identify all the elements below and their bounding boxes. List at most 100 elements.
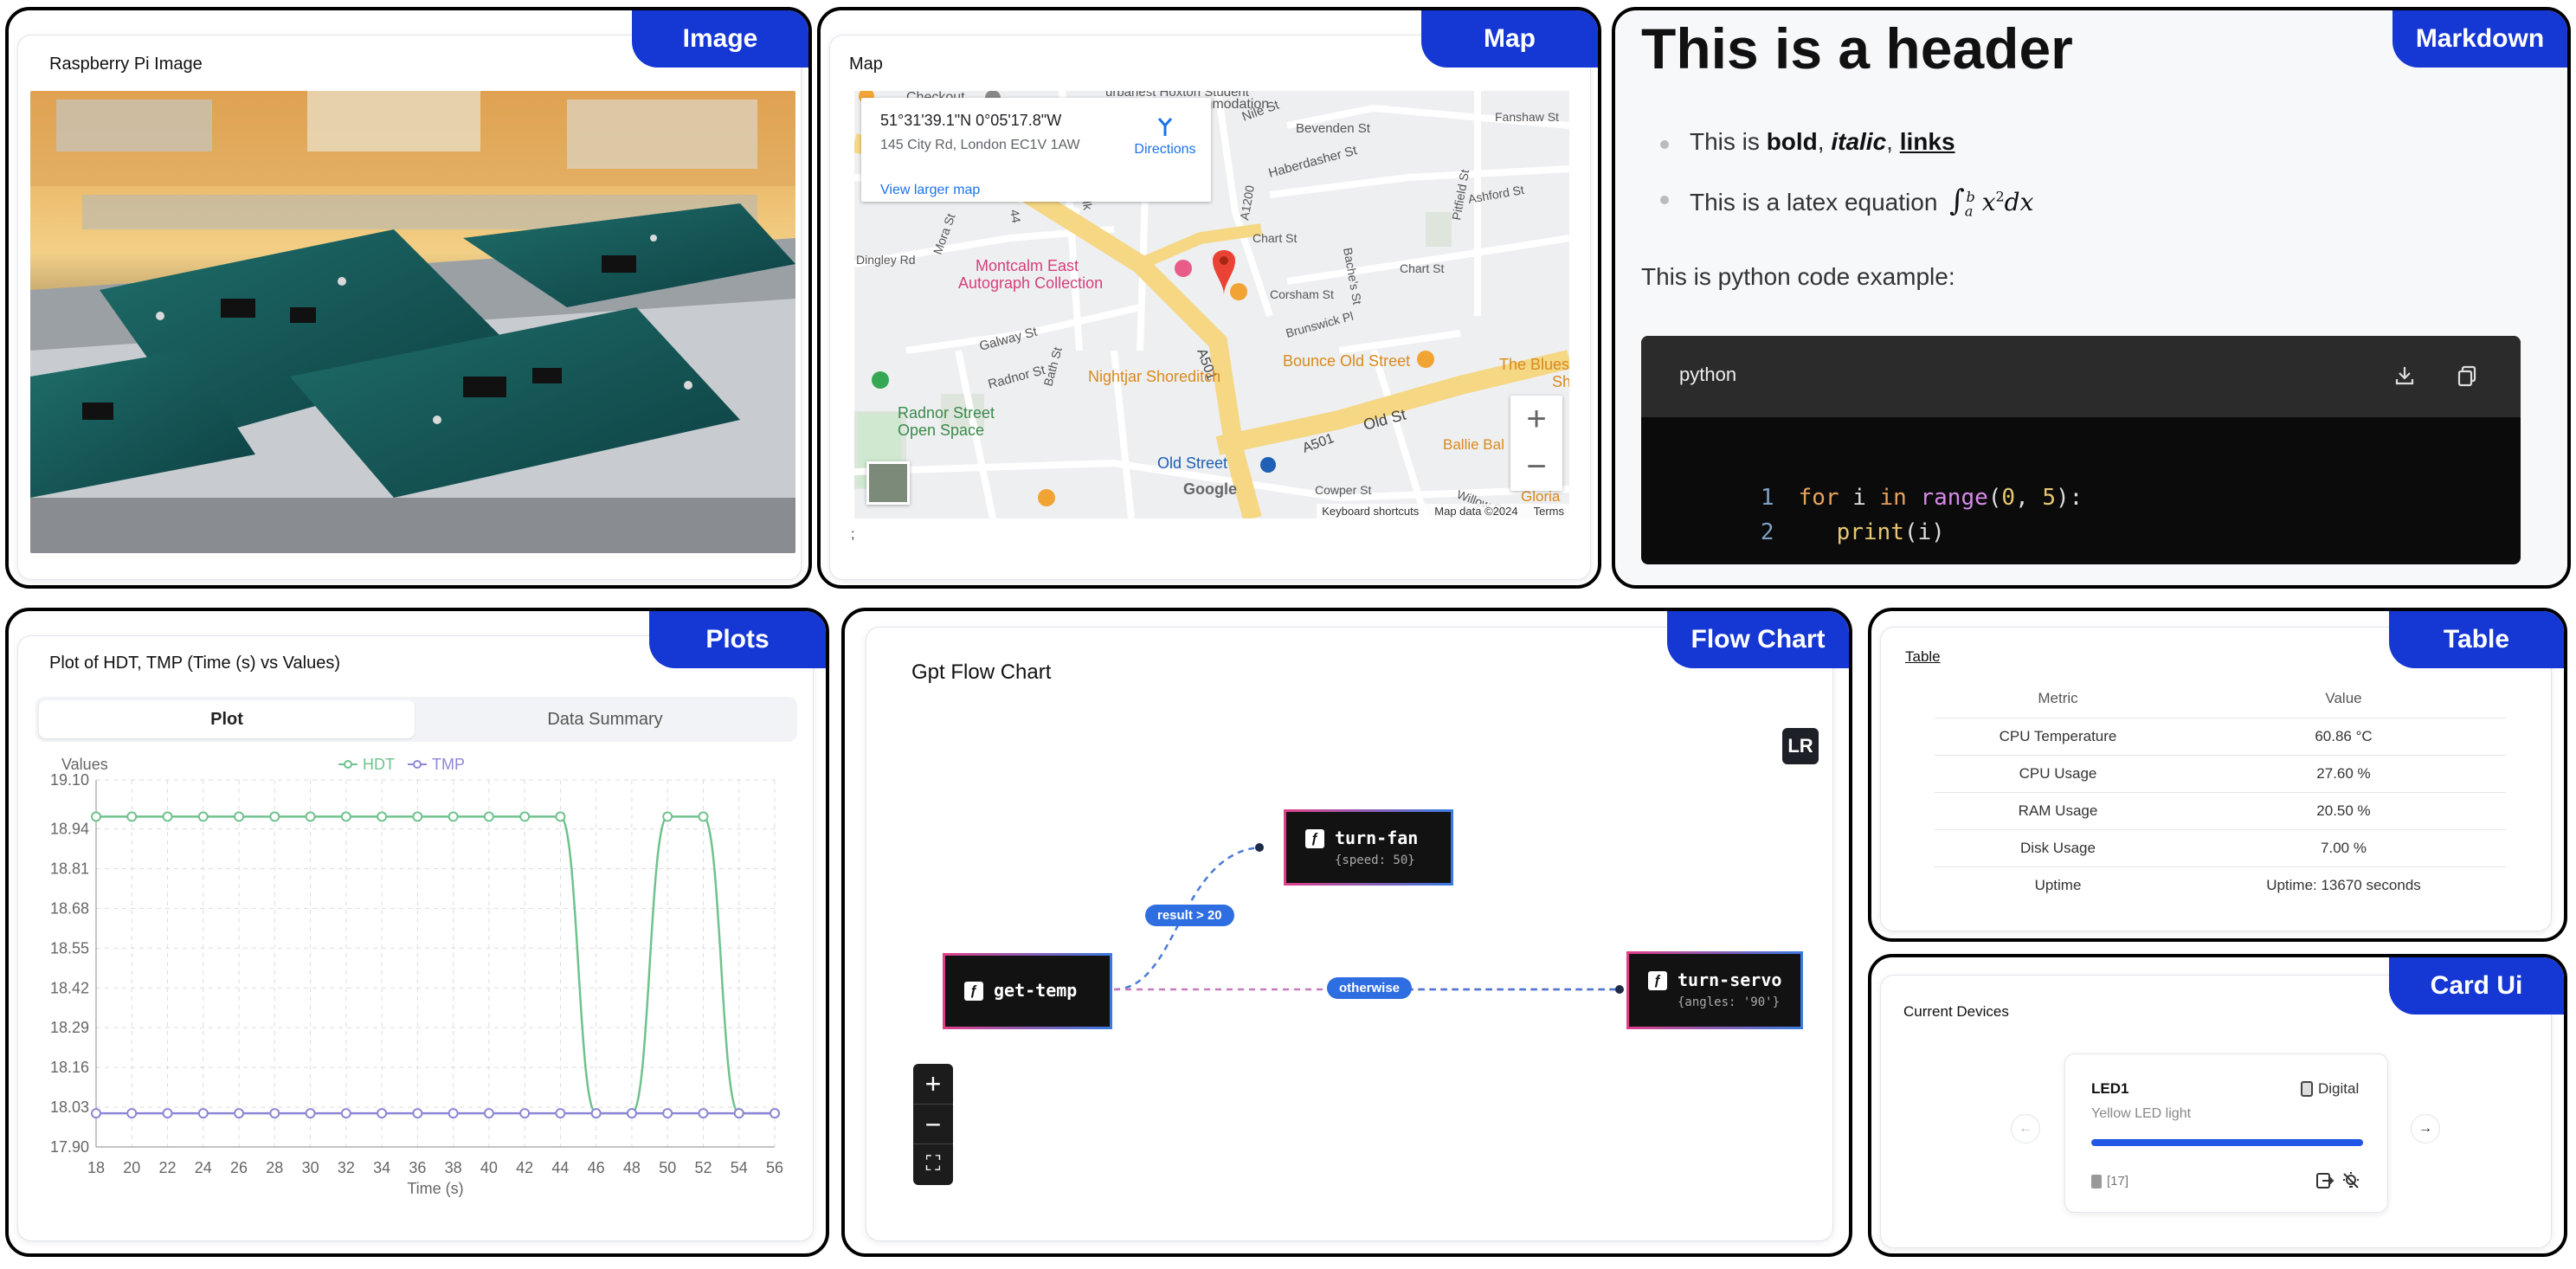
legend-label-hdt: HDT (363, 756, 395, 773)
device-card[interactable]: LED1 Digital Yellow LED light [17] (2064, 1053, 2388, 1213)
x-tick-label: 48 (623, 1159, 641, 1176)
directions-label: Directions (1134, 142, 1196, 157)
flow-panel-tag: Flow Chart (1667, 611, 1849, 668)
plots-card-title: Plot of HDT, TMP (Time (s) vs Values) (49, 654, 340, 673)
map-label-corsham: Corsham St (1270, 287, 1334, 301)
x-tick-label: 20 (123, 1159, 140, 1176)
line-chart: 19.10 18.94 18.81 18.68 18.55 18.42 18.29 18.16… (50, 756, 783, 1197)
card-ui-title: Current Devices (1903, 1003, 2009, 1020)
plots-tabs: Plot Data Summary (35, 697, 797, 742)
carousel-prev-button[interactable]: ← (2011, 1114, 2040, 1143)
map-label-blues1: The Blues (1499, 356, 1569, 373)
markdown-bullet-2: This is a latex equation ∫ab x2dx (1660, 184, 2033, 239)
table-header-row: Metric Value (1935, 680, 2506, 718)
zoom-in-button[interactable]: + (913, 1064, 953, 1104)
tab-data-summary[interactable]: Data Summary (416, 700, 794, 738)
x-tick-label: 36 (409, 1159, 426, 1176)
y-tick-label: 18.81 (50, 860, 89, 877)
table-row: CPU Temperature 60.86 °C (1935, 718, 2506, 755)
data-point-hdt (197, 811, 209, 822)
map-zoom-in-button[interactable]: + (1510, 396, 1562, 443)
device-progress-fill (2091, 1139, 2363, 1146)
map-label-montcalm1: Montcalm East (976, 257, 1079, 274)
markdown-header: This is a header (1641, 16, 2073, 81)
plots-panel: Plot of HDT, TMP (Time (s) vs Values) Pl… (5, 608, 829, 1257)
directions-button[interactable]: Directions (1126, 115, 1204, 158)
table-row: CPU Usage 27.60 % (1935, 755, 2506, 792)
data-point-tmp (626, 1108, 637, 1119)
latex-equation: ∫ab x2dx (1949, 184, 2034, 220)
map-panel-tag: Map (1421, 10, 1598, 68)
data-point-tmp (269, 1108, 280, 1119)
node-label: get-temp (994, 980, 1078, 1001)
data-point-hdt (412, 811, 423, 822)
edge-label-result: result > 20 (1145, 905, 1234, 926)
map-label-radnorspace2: Open Space (898, 422, 984, 439)
zoom-out-button[interactable]: − (913, 1104, 953, 1143)
bold-text: bold (1766, 128, 1818, 155)
data-point-tmp (448, 1108, 459, 1119)
y-tick-label: 19.10 (50, 771, 89, 789)
markdown-bullet-1: This is bold, italic, links (1660, 128, 2033, 184)
x-tick-label: 26 (230, 1159, 248, 1176)
data-point-hdt (162, 811, 173, 822)
view-larger-map-link[interactable]: View larger map (880, 183, 980, 198)
flow-card: Gpt Flow Chart × LR ƒ get-temp ƒ turn-fa… (866, 627, 1833, 1241)
node-sub: {speed: 50} (1335, 854, 1415, 867)
y-tick-label: 18.03 (50, 1098, 89, 1116)
y-tick-label: 18.16 (50, 1059, 89, 1076)
fit-view-button[interactable]: ⛶ (913, 1143, 953, 1183)
data-point-hdt (126, 811, 138, 822)
flow-controls: + − ⛶ (913, 1064, 953, 1185)
map-label-fanshaw: Fanshaw St (1495, 110, 1559, 124)
legend-label-tmp: TMP (432, 756, 465, 773)
data-point-tmp (483, 1108, 494, 1119)
legend-marker-hdt (344, 760, 352, 769)
flow-node-turn-fan[interactable]: ƒ turn-fan {speed: 50} (1284, 809, 1453, 886)
map-card-title: Map (849, 55, 883, 74)
data-point-tmp (91, 1108, 101, 1119)
node-label: turn-fan (1335, 828, 1419, 848)
flow-node-turn-servo[interactable]: ƒ turn-servo {angles: '90'} (1626, 951, 1803, 1029)
code-block-header: python (1641, 336, 2521, 417)
data-point-tmp (662, 1108, 673, 1119)
map-layer-thumbnail[interactable] (866, 461, 910, 505)
map-label-chart2: Chart St (1400, 261, 1444, 275)
data-point-tmp (340, 1108, 351, 1119)
edge-label-otherwise: otherwise (1327, 977, 1413, 999)
data-point-hdt (340, 811, 351, 822)
carousel-next-button[interactable]: → (2411, 1114, 2440, 1143)
map-panel: Map 44 Dingley Rd Mora St Nile St Bevend… (817, 7, 1601, 589)
map-label-cowper: Cowper St (1315, 483, 1371, 497)
keyboard-shortcuts-link[interactable]: Keyboard shortcuts (1322, 505, 1419, 518)
zoom-controls: + − (1510, 396, 1562, 491)
flow-node-get-temp[interactable]: ƒ get-temp (943, 953, 1112, 1029)
x-tick-label: 52 (694, 1159, 712, 1176)
markdown-link[interactable]: links (1900, 128, 1955, 155)
map-label-blues2: Sh (1552, 373, 1569, 390)
data-point-hdt (555, 811, 566, 822)
function-icon: ƒ (1648, 971, 1667, 990)
light-off-icon[interactable] (2341, 1170, 2361, 1191)
x-tick-label: 24 (195, 1159, 212, 1176)
tab-plot[interactable]: Plot (39, 700, 415, 738)
device-pin: [17] (2091, 1174, 2128, 1188)
y-tick-label: 17.90 (50, 1138, 89, 1156)
flow-panel: Gpt Flow Chart × LR ƒ get-temp ƒ turn-fa… (841, 608, 1852, 1257)
map-zoom-out-button[interactable]: − (1510, 443, 1562, 491)
data-point-hdt (448, 811, 459, 822)
table-card-title[interactable]: Table (1905, 648, 1941, 666)
x-tick-label: 22 (159, 1159, 177, 1176)
download-icon[interactable] (2392, 364, 2417, 388)
data-point-tmp (162, 1108, 173, 1119)
card-ui-panel: Current Devices ← → LED1 Digital Yellow … (1868, 954, 2567, 1257)
x-tick-label: 30 (302, 1159, 319, 1176)
map-card: Map 44 Dingley Rd Mora St Nile St Bevend… (829, 35, 1591, 580)
exit-icon[interactable] (2315, 1170, 2335, 1191)
map-data-label: Map data ©2024 (1434, 505, 1518, 518)
copy-icon[interactable] (2455, 364, 2479, 388)
card-ui-card: Current Devices ← → LED1 Digital Yellow … (1880, 975, 2552, 1248)
node-label: turn-servo (1678, 969, 1782, 990)
map-view[interactable]: Walk 44 Dingley Rd Mora St Nile St Beven… (854, 91, 1569, 519)
terms-link[interactable]: Terms (1534, 505, 1564, 518)
